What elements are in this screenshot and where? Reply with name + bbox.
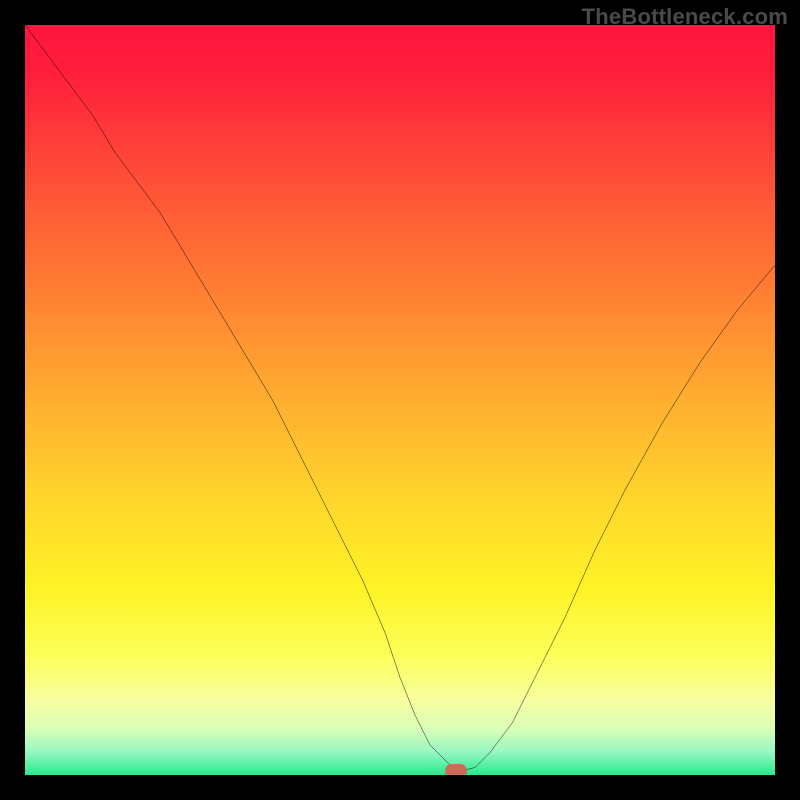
chart-frame: TheBottleneck.com [0, 0, 800, 800]
curve-svg [25, 25, 775, 775]
plot-area [25, 25, 775, 775]
bottleneck-curve-path [25, 25, 775, 771]
min-marker [445, 764, 467, 775]
watermark-text: TheBottleneck.com [582, 4, 788, 30]
